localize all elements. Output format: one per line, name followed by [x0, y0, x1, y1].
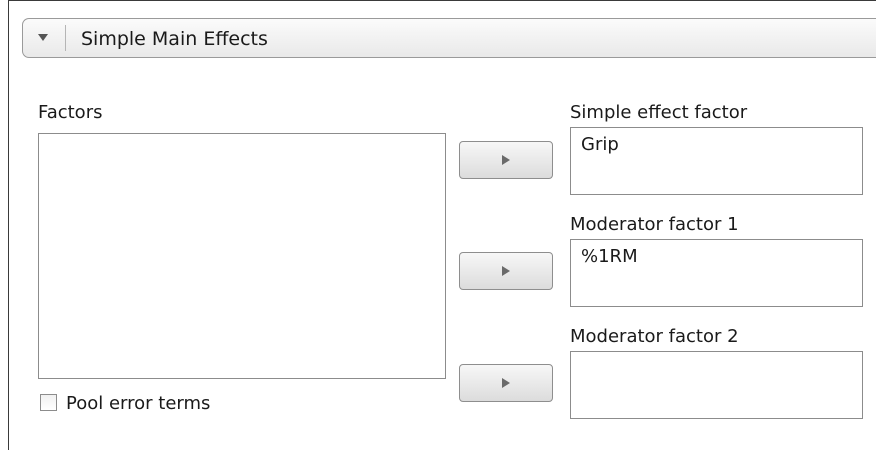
- moderator-2-label: Moderator factor 2: [570, 326, 739, 347]
- panel-header[interactable]: Simple Main Effects: [22, 18, 876, 58]
- moderator-1-field[interactable]: %1RM: [570, 239, 863, 307]
- play-arrow-icon: [502, 155, 510, 165]
- move-to-simple-effect-button[interactable]: [459, 141, 553, 179]
- triangle-down-icon[interactable]: [35, 29, 51, 45]
- move-to-moderator-2-button[interactable]: [459, 364, 553, 402]
- play-arrow-icon: [502, 266, 510, 276]
- moderator-1-label: Moderator factor 1: [570, 214, 739, 235]
- header-divider: [65, 25, 66, 51]
- moderator-1-value[interactable]: %1RM: [581, 246, 638, 268]
- simple-effect-field[interactable]: Grip: [570, 127, 863, 195]
- moderator-2-field[interactable]: [570, 351, 863, 419]
- simple-effect-label: Simple effect factor: [570, 102, 748, 123]
- factors-list[interactable]: [38, 133, 446, 379]
- pool-error-terms-checkbox[interactable]: [40, 394, 57, 411]
- pool-error-terms-label: Pool error terms: [66, 393, 211, 414]
- simple-effect-value[interactable]: Grip: [581, 134, 619, 156]
- play-arrow-icon: [502, 378, 510, 388]
- move-to-moderator-1-button[interactable]: [459, 252, 553, 290]
- panel-title: Simple Main Effects: [81, 28, 268, 50]
- factors-label: Factors: [38, 102, 103, 123]
